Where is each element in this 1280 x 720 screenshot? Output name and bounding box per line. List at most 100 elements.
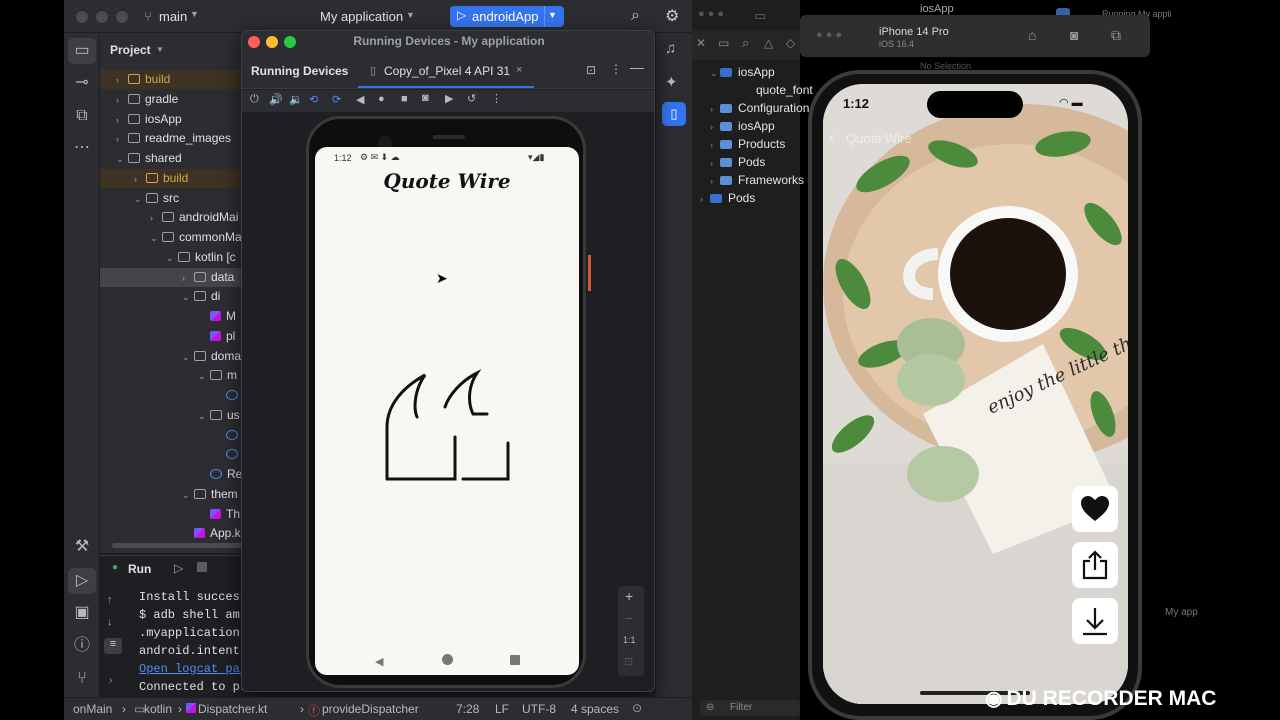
close-icon[interactable]: ✕	[696, 36, 706, 50]
rotate-right-icon[interactable]: ⟳	[332, 93, 341, 106]
breadcrumb-item[interactable]: onMain	[73, 702, 112, 716]
project-tree-item[interactable]: › readme_images	[100, 129, 242, 148]
window-zoom-dot[interactable]	[116, 11, 128, 23]
scrollbar[interactable]	[112, 543, 242, 548]
caret-position[interactable]: 7:28	[456, 702, 479, 716]
volume-up-icon[interactable]: 🔊	[269, 93, 283, 106]
android-screen[interactable]: 1:12 ⚙ ✉ ⬇ ☁ ▾◢▮ Quote Wire ◀	[315, 147, 579, 675]
project-panel-title[interactable]: Project	[110, 43, 151, 57]
breadcrumb-item[interactable]: provideDispatcher	[322, 702, 419, 716]
project-tree-item[interactable]: › iosApp	[100, 110, 242, 129]
build-icon[interactable]: ⚒	[72, 537, 92, 557]
xcode-tree-item[interactable]: › Pods	[700, 189, 755, 207]
chevron-down-icon[interactable]: ⌄	[166, 249, 178, 268]
problems-icon[interactable]: ⓘ	[72, 636, 92, 656]
chevron-right-icon[interactable]: ›	[116, 111, 128, 130]
xcode-tree-item[interactable]: › Products	[700, 135, 785, 153]
chevron-down-icon[interactable]: ⌄	[182, 288, 194, 307]
back-button[interactable]: Quote Wire	[846, 131, 912, 146]
back-icon[interactable]: ◀	[356, 93, 364, 106]
gemini-icon[interactable]: ✦	[665, 73, 678, 91]
more-icon[interactable]: ⋯	[72, 138, 92, 158]
kebab-menu-icon[interactable]: ⋮	[610, 62, 622, 76]
test-icon[interactable]: ◇	[786, 36, 795, 50]
volume-down-icon[interactable]: 🔉	[289, 93, 303, 106]
project-tree-item[interactable]: › build	[100, 70, 242, 89]
project-tree-item[interactable]: App.k	[100, 524, 242, 543]
chevron-down-icon[interactable]: ⌄	[710, 64, 720, 82]
project-tree-item[interactable]: Th	[100, 505, 242, 524]
warning-icon[interactable]: △	[764, 36, 773, 50]
chevron-down-icon[interactable]: ⌄	[150, 229, 162, 248]
window-close-dot[interactable]	[76, 11, 88, 23]
screenshot-icon[interactable]: ◙	[422, 92, 429, 104]
rotate-left-icon[interactable]: ⟲	[309, 93, 318, 106]
chevron-down-icon[interactable]: ⌄	[116, 150, 128, 169]
chevron-down-icon[interactable]: ⌄	[198, 367, 210, 386]
project-tree-item[interactable]: ⌄ m	[100, 366, 242, 385]
xcode-tree-item[interactable]: › iosApp	[700, 117, 775, 135]
project-tree-item[interactable]: › data	[100, 267, 242, 287]
window-minimize-dot[interactable]	[96, 11, 108, 23]
run-config-button[interactable]: ▷ androidApp ▼	[450, 6, 564, 27]
home-icon[interactable]: ⌂	[1028, 27, 1036, 43]
terminal-icon[interactable]: ▣	[72, 603, 92, 623]
more-options-icon[interactable]: ⋮	[491, 92, 502, 105]
chevron-right-icon[interactable]: ›	[710, 172, 720, 190]
project-tree-item[interactable]: ⌄ shared	[100, 149, 242, 168]
chevron-right-icon[interactable]: ›	[116, 71, 128, 90]
search-icon[interactable]: ⌕	[631, 7, 640, 25]
screenshot-icon[interactable]: ◙	[1070, 27, 1078, 43]
project-tree-item[interactable]: › build	[100, 168, 242, 188]
chevron-right-icon[interactable]: ›	[116, 91, 128, 110]
sidebar-toggle-icon[interactable]: ▭	[754, 8, 766, 24]
scroll-up-icon[interactable]: ↑	[107, 594, 113, 606]
run-tab[interactable]: Run	[128, 562, 151, 576]
minimize-panel-icon[interactable]: —	[630, 59, 644, 75]
run-icon[interactable]: ▷	[72, 571, 92, 591]
breadcrumb-item[interactable]: Dispatcher.kt	[198, 702, 267, 716]
chevron-right-icon[interactable]: ›	[116, 130, 128, 149]
chevron-right-icon[interactable]: ›	[109, 675, 112, 686]
rerun-icon[interactable]: ▷	[174, 561, 183, 575]
chevron-right-icon[interactable]: ›	[710, 118, 720, 136]
project-tree-item[interactable]: ⌄ kotlin [c	[100, 248, 242, 267]
project-tree-item[interactable]: ⌄ src	[100, 189, 242, 208]
project-tree-item[interactable]: › androidMai	[100, 208, 242, 227]
chevron-down-icon[interactable]: ⌄	[182, 486, 194, 505]
favorite-button[interactable]	[1072, 486, 1118, 532]
volume-rocker[interactable]	[588, 255, 591, 291]
xcode-tree-item[interactable]: › Pods	[700, 153, 765, 171]
zoom-out-icon[interactable]: −	[625, 610, 633, 626]
structure-icon[interactable]: ⧉	[72, 106, 92, 126]
notifications-icon[interactable]: ♫	[665, 40, 676, 57]
xcode-tree-item[interactable]: › Configuration	[700, 99, 809, 117]
search-icon[interactable]: ⌕	[742, 35, 749, 51]
download-button[interactable]	[1072, 598, 1118, 644]
chevron-down-icon[interactable]: ⌄	[134, 190, 146, 209]
project-tree-item[interactable]: ⌄ di	[100, 287, 242, 306]
xcode-tree-item[interactable]: › Frameworks	[700, 171, 804, 189]
rotate-icon[interactable]: ⧉	[1111, 27, 1121, 44]
chevron-right-icon[interactable]: ›	[710, 100, 720, 118]
zoom-dot[interactable]	[284, 36, 296, 48]
power-icon[interactable]: ⏻	[250, 93, 259, 106]
fit-screen-icon[interactable]: ⊡	[624, 655, 633, 668]
project-tree-item[interactable]: M	[100, 307, 242, 326]
file-encoding[interactable]: UTF-8	[522, 702, 556, 716]
close-dot[interactable]	[248, 36, 260, 48]
project-tree-item[interactable]: pl	[100, 327, 242, 346]
close-icon[interactable]: ×	[516, 64, 522, 76]
zoom-actual-size[interactable]: 1:1	[623, 635, 636, 645]
line-separator[interactable]: LF	[495, 702, 509, 716]
branch-label[interactable]: main	[159, 9, 187, 24]
gear-icon[interactable]: ⚙	[665, 6, 679, 26]
project-tree-item[interactable]: Re	[100, 465, 242, 484]
project-selector[interactable]: My application	[320, 9, 403, 24]
new-tab-icon[interactable]: ⊡	[586, 63, 596, 77]
minimize-dot[interactable]	[266, 36, 278, 48]
git-icon[interactable]: ⑂	[72, 669, 92, 689]
zoom-in-icon[interactable]: +	[625, 588, 633, 604]
screen-record-icon[interactable]: ▶	[445, 92, 453, 105]
project-tree-item[interactable]: ⌄ us	[100, 406, 242, 425]
